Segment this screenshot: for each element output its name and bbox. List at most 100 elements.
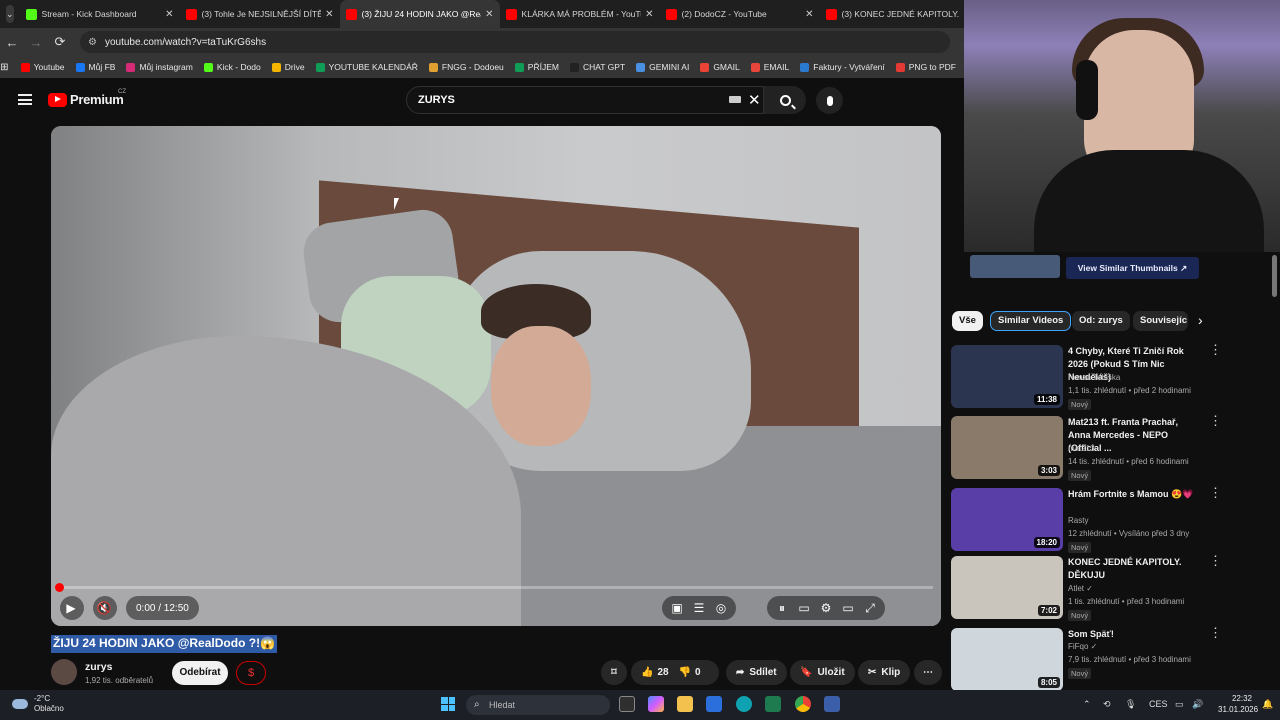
recommendation-channel[interactable]: Rasty xyxy=(1068,516,1088,525)
tray-microphone-icon[interactable]: 🎙 xyxy=(1125,699,1136,710)
more-options-icon[interactable]: ⋮ xyxy=(1209,554,1222,567)
clear-search-icon[interactable]: ✕ xyxy=(748,91,761,109)
browser-tab[interactable]: (2) DodoCZ - YouTube ✕ xyxy=(660,0,820,28)
bookmark-item[interactable]: GMAIL xyxy=(700,62,740,72)
close-tab-icon[interactable]: ✕ xyxy=(485,9,493,20)
thanks-button[interactable]: $ xyxy=(236,661,266,685)
close-tab-icon[interactable]: ✕ xyxy=(165,9,173,20)
autoplay-toggle-icon[interactable]: ⏸ xyxy=(771,597,793,619)
theater-mode-icon[interactable]: ▭ xyxy=(837,597,859,619)
chip-from-channel[interactable]: Od: zurys xyxy=(1072,311,1130,331)
browser-tab[interactable]: (3) Tohle Je NEJSILNĚJŠÍ DÍTĚ v ✕ xyxy=(180,0,340,28)
chrome-icon[interactable] xyxy=(795,696,811,712)
video-thumbnail[interactable]: 8:05 xyxy=(951,628,1063,691)
site-info-icon[interactable]: ⚙ xyxy=(88,37,97,48)
video-thumbnail[interactable]: 11:38 xyxy=(951,345,1063,408)
chip-similar-videos[interactable]: Similar Videos xyxy=(990,311,1072,331)
chip-related[interactable]: Souvisejíc xyxy=(1133,311,1188,331)
close-tab-icon[interactable]: ✕ xyxy=(645,9,653,20)
voice-search-button[interactable] xyxy=(816,87,843,114)
more-options-icon[interactable]: ⋮ xyxy=(1209,486,1222,499)
chip-all[interactable]: Vše xyxy=(952,311,983,331)
close-tab-icon[interactable]: ✕ xyxy=(805,9,813,20)
forward-icon[interactable]: → xyxy=(24,35,48,50)
play-button[interactable]: ▶ xyxy=(60,596,84,620)
bookmark-item[interactable]: Drive xyxy=(271,62,305,72)
screenshot-camera-icon[interactable]: ◎ xyxy=(710,597,732,619)
task-view-icon[interactable] xyxy=(619,696,635,712)
like-icon[interactable]: 👍 xyxy=(641,667,653,678)
bookmark-item[interactable]: Kick - Dodo xyxy=(203,62,261,72)
fullscreen-icon[interactable]: ⤢ xyxy=(859,597,881,619)
bookmark-button[interactable]: ⌑ xyxy=(601,660,627,685)
volume-icon[interactable]: 🔊 xyxy=(1192,699,1203,710)
page-scrollbar[interactable] xyxy=(1272,255,1277,297)
recommendation-title[interactable]: KONEC JEDNÉ KAPITOLY. DĚKUJU xyxy=(1068,556,1198,582)
settings-gear-icon[interactable]: ⚙ xyxy=(815,597,837,619)
more-options-icon[interactable]: ⋮ xyxy=(1209,414,1222,427)
sync-icon[interactable]: ⟲ xyxy=(1103,699,1111,710)
bookmark-item[interactable]: GEMINI AI xyxy=(636,62,689,72)
bookmark-item[interactable]: PNG to PDF xyxy=(895,62,956,72)
recommendation-item[interactable]: 18:20 Hrám Fortnite s Mamou 😍💗 Rasty 12 zhl… xyxy=(951,486,1271,554)
subtitles-icon[interactable]: ▭ xyxy=(793,597,815,619)
more-actions-button[interactable]: ⋯ xyxy=(914,660,942,685)
video-thumbnail[interactable]: 3:03 xyxy=(951,416,1063,479)
bookmark-item[interactable]: EMAIL xyxy=(750,62,789,72)
copilot-icon[interactable] xyxy=(648,696,664,712)
bookmark-item[interactable]: PŘÍJEM xyxy=(514,62,559,72)
browser-tab[interactable]: KLÁRKA MÁ PROBLÉM - YouTu ✕ xyxy=(500,0,660,28)
progress-scrubber[interactable] xyxy=(55,583,64,592)
file-explorer-icon[interactable] xyxy=(677,696,693,712)
back-icon[interactable]: ← xyxy=(0,35,24,50)
reload-icon[interactable]: ⟳ xyxy=(48,34,72,50)
recommendation-item[interactable]: 7:02 KONEC JEDNÉ KAPITOLY. DĚKUJU Atlet ✓ 1… xyxy=(951,554,1271,622)
recommendation-channel[interactable]: Atlet ✓ xyxy=(1068,584,1093,593)
apps-icon[interactable]: ⊞ xyxy=(0,62,9,73)
transcript-icon[interactable]: ☰ xyxy=(688,597,710,619)
network-icon[interactable]: ▭ xyxy=(1175,699,1184,710)
bookmark-item[interactable]: Youtube xyxy=(20,62,65,72)
recommendation-channel[interactable]: FiFqo ✓ xyxy=(1068,642,1097,651)
recommendation-item[interactable]: 8:05 Som Späť! FiFqo ✓ 7,9 tis. zhlédnutí •… xyxy=(951,626,1271,694)
recommendation-item[interactable]: 11:38 4 Chyby, Které Ti Zničí Rok 2026 (P… xyxy=(951,343,1271,411)
dislike-icon[interactable]: 👎 xyxy=(679,667,691,678)
clip-button[interactable]: ✂ Klip xyxy=(858,660,911,685)
share-button[interactable]: ➦ Sdílet xyxy=(726,660,787,685)
more-options-icon[interactable]: ⋮ xyxy=(1209,343,1222,356)
video-thumbnail[interactable]: 18:20 xyxy=(951,488,1063,551)
channel-name[interactable]: zurys xyxy=(85,661,112,673)
edge-icon[interactable] xyxy=(736,696,752,712)
taskbar-clock[interactable]: 22:32 31.01.2026 xyxy=(1218,693,1258,715)
dislike-count[interactable]: 0 xyxy=(695,667,701,678)
progress-bar[interactable] xyxy=(59,586,933,589)
menu-icon[interactable] xyxy=(18,94,32,105)
bookmark-item[interactable]: CHAT GPT xyxy=(569,62,625,72)
windows-start-icon[interactable] xyxy=(441,697,455,711)
browser-tab[interactable]: (3) KONEC JEDNÉ KAPITOLY. DĚ✕ xyxy=(820,0,980,28)
bookmark-item[interactable]: YOUTUBE KALENDÁŘ xyxy=(315,62,418,72)
bookmark-item[interactable]: FNGG - Dodoeu xyxy=(428,62,504,72)
url-field[interactable]: ⚙ youtube.com/watch?v=taTuKrG6shs xyxy=(80,31,950,53)
youtube-logo[interactable]: Premium CZ xyxy=(48,89,126,107)
browser-tab[interactable]: Stream - Kick Dashboard ✕ xyxy=(20,0,180,28)
taskbar-search[interactable]: ⌕ Hledat xyxy=(466,695,610,715)
recommendation-item[interactable]: 3:03 Mat213 ft. Franta Prachař, Anna Merc… xyxy=(951,414,1271,482)
keyboard-icon[interactable] xyxy=(729,96,741,103)
recommendation-channel[interactable]: mat213 xyxy=(1068,444,1095,453)
notification-bell-icon[interactable]: 🔔 xyxy=(1262,699,1273,710)
more-options-icon[interactable]: ⋮ xyxy=(1209,626,1222,639)
recommendation-title[interactable]: Som Späť! xyxy=(1068,628,1198,641)
mute-button[interactable]: 🔇 xyxy=(93,596,117,620)
like-count[interactable]: 28 xyxy=(657,667,668,678)
search-input[interactable]: ZURYS xyxy=(406,86,764,114)
calculator-icon[interactable] xyxy=(824,696,840,712)
save-button[interactable]: 🔖 Uložit xyxy=(790,660,855,685)
bookmark-item[interactable]: Můj instagram xyxy=(126,62,193,72)
weather-widget[interactable]: -2°C Oblačno xyxy=(12,694,64,714)
video-thumbnail[interactable]: 7:02 xyxy=(951,556,1063,619)
channel-avatar[interactable] xyxy=(51,659,77,685)
tray-chevron-icon[interactable]: ⌃ xyxy=(1083,699,1091,710)
browser-tab[interactable]: (3) ŽIJU 24 HODIN JAKO @Real ✕ xyxy=(339,0,500,28)
video-player[interactable]: ▶ 🔇 0:00 / 12:50 ▣ ☰ ◎ ⏸ ▭ ⚙ ▭ ⤢ xyxy=(51,126,941,626)
